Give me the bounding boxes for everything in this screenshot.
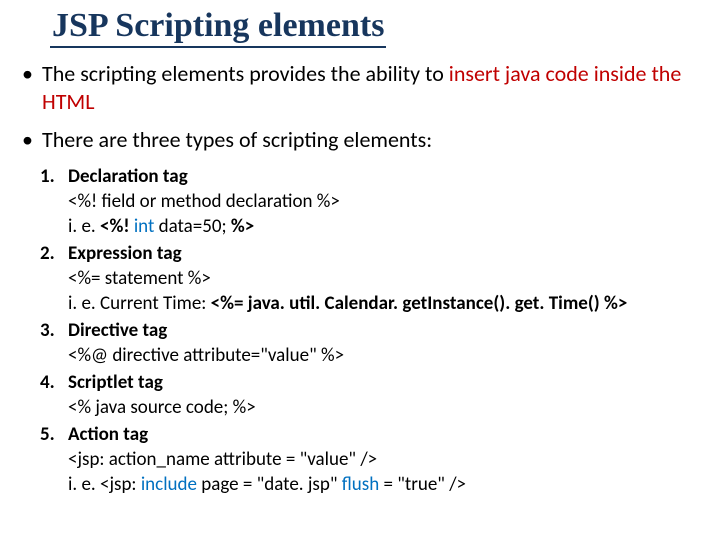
t: %>	[231, 215, 254, 238]
slide-title: JSP Scripting elements	[50, 8, 386, 48]
keyword: flush	[342, 473, 379, 496]
t: i. e.	[68, 215, 100, 238]
t: page = "date. jsp"	[197, 473, 342, 496]
t: <%= java. util. Calendar. getInstance().…	[211, 292, 628, 315]
keyword: include	[141, 473, 197, 496]
item-head: Scriptlet tag	[68, 370, 698, 395]
item-line: <%@ directive attribute="value" %>	[68, 343, 698, 368]
list-item: Directive tag <%@ directive attribute="v…	[68, 318, 698, 368]
bullet-2-text: There are three types of scripting eleme…	[42, 126, 432, 154]
t: data=50;	[154, 215, 231, 238]
bullet-1-text: The scripting elements provides the abil…	[42, 60, 698, 116]
list-item: Declaration tag <%! field or method decl…	[68, 164, 698, 239]
t: <%!	[100, 215, 134, 238]
item-line: i. e. <%! int data=50; %>	[68, 214, 698, 239]
item-line: <% java source code; %>	[68, 395, 698, 420]
item-line: <%= statement %>	[68, 266, 698, 291]
item-line: <jsp: action_name attribute = "value" />	[68, 447, 698, 472]
item-line: i. e. Current Time: <%= java. util. Cale…	[68, 291, 698, 316]
bullet-dot: •	[22, 126, 42, 154]
bullet-2: • There are three types of scripting ele…	[22, 126, 698, 154]
t: i. e. Current Time:	[68, 292, 211, 315]
list-item: Action tag <jsp: action_name attribute =…	[68, 422, 698, 497]
item-line: i. e. <jsp: include page = "date. jsp" f…	[68, 472, 698, 497]
slide: JSP Scripting elements • The scripting e…	[0, 0, 720, 540]
numbered-list: Declaration tag <%! field or method decl…	[22, 164, 698, 497]
item-head: Expression tag	[68, 241, 698, 266]
t: i. e. <jsp:	[68, 473, 141, 496]
list-item: Scriptlet tag <% java source code; %>	[68, 370, 698, 420]
item-head: Directive tag	[68, 318, 698, 343]
item-head: Declaration tag	[68, 164, 698, 189]
list-item: Expression tag <%= statement %> i. e. Cu…	[68, 241, 698, 316]
item-line: <%! field or method declaration %>	[68, 189, 698, 214]
keyword: int	[134, 215, 155, 238]
bullet-1-pre: The scripting elements provides the abil…	[42, 60, 449, 87]
t: = "true" />	[379, 473, 466, 496]
bullet-dot: •	[22, 60, 42, 88]
item-head: Action tag	[68, 422, 698, 447]
bullet-1: • The scripting elements provides the ab…	[22, 60, 698, 116]
